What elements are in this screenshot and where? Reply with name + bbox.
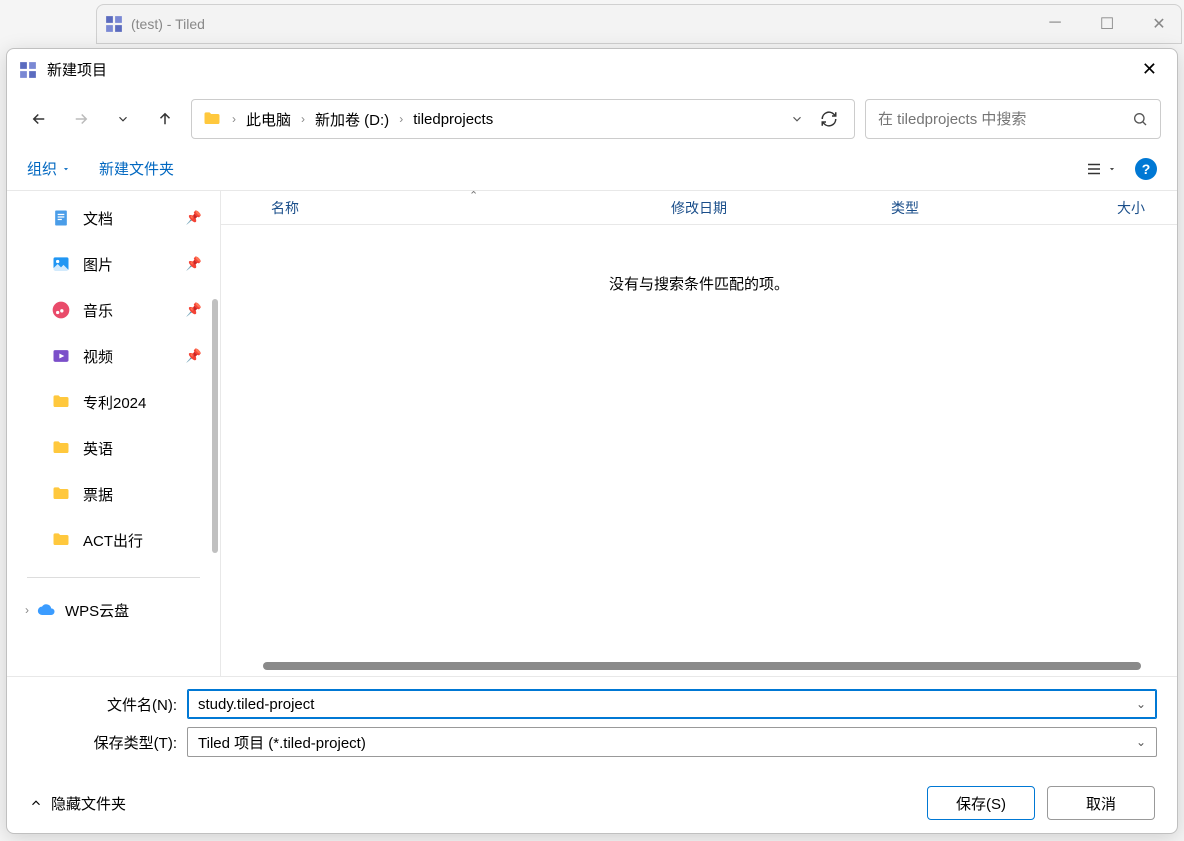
dialog-titlebar: 新建项目 ✕ <box>7 49 1177 91</box>
breadcrumb-item[interactable]: 新加卷 (D:) <box>315 109 389 130</box>
column-header-type[interactable]: 类型 <box>879 198 1069 218</box>
folder-icon <box>51 530 73 550</box>
filetype-label: 保存类型(T): <box>27 732 187 753</box>
filetype-value: Tiled 项目 (*.tiled-project) <box>198 732 1136 753</box>
dialog-footer: 隐藏文件夹 保存(S) 取消 <box>7 773 1177 833</box>
chevron-right-icon: › <box>301 112 305 126</box>
document-icon <box>51 208 73 228</box>
dialog-title: 新建项目 <box>47 59 1134 80</box>
close-dialog-button[interactable]: ✕ <box>1134 55 1165 84</box>
parent-window-titlebar: (test) - Tiled ─ ☐ ✕ <box>96 4 1182 44</box>
folder-icon <box>202 109 222 129</box>
pin-icon: 📌 <box>186 348 202 364</box>
up-button[interactable] <box>149 103 181 135</box>
divider <box>27 577 200 578</box>
refresh-button[interactable] <box>814 110 844 128</box>
breadcrumb-item[interactable]: 此电脑 <box>246 109 291 130</box>
address-bar[interactable]: › 此电脑 › 新加卷 (D:) › tiledprojects <box>191 99 855 139</box>
toolbar: 组织 新建文件夹 ? <box>7 147 1177 191</box>
column-header-size[interactable]: 大小 <box>1069 198 1177 218</box>
forward-button[interactable] <box>65 103 97 135</box>
help-button[interactable]: ? <box>1135 158 1157 180</box>
chevron-right-icon: › <box>232 112 236 126</box>
tiled-app-icon <box>19 61 37 79</box>
folder-icon <box>51 392 73 412</box>
pin-icon: 📌 <box>186 302 202 318</box>
file-list-pane: ⌃ 名称 修改日期 类型 大小 没有与搜索条件匹配的项。 <box>221 191 1177 676</box>
new-folder-button[interactable]: 新建文件夹 <box>99 158 174 179</box>
column-header-name[interactable]: 名称 <box>221 198 659 218</box>
filename-input[interactable] <box>198 696 1136 713</box>
sidebar-item-folder[interactable]: ACT出行 <box>7 517 220 563</box>
filename-field[interactable]: ⌄ <box>187 689 1157 719</box>
minimize-button[interactable]: ─ <box>1041 14 1069 34</box>
organize-button[interactable]: 组织 <box>27 158 71 179</box>
new-project-dialog: 新建项目 ✕ › 此电脑 › 新加卷 (D:) › tiledprojects <box>6 48 1178 834</box>
view-mode-button[interactable] <box>1085 160 1117 178</box>
search-box[interactable] <box>865 99 1161 139</box>
folder-icon <box>51 438 73 458</box>
sidebar-item-videos[interactable]: 视频 📌 <box>7 333 220 379</box>
filename-label: 文件名(N): <box>27 694 187 715</box>
pin-icon: 📌 <box>186 210 202 226</box>
chevron-right-icon: › <box>399 112 403 126</box>
music-icon <box>51 300 73 320</box>
video-icon <box>51 346 73 366</box>
hide-folders-toggle[interactable]: 隐藏文件夹 <box>29 793 126 814</box>
parent-window-title: (test) - Tiled <box>131 16 1041 32</box>
back-button[interactable] <box>23 103 55 135</box>
sort-indicator-icon: ⌃ <box>469 191 478 202</box>
cancel-button[interactable]: 取消 <box>1047 786 1155 820</box>
chevron-right-icon: › <box>25 603 29 617</box>
folder-icon <box>51 484 73 504</box>
address-dropdown-button[interactable] <box>790 112 804 126</box>
file-input-section: 文件名(N): ⌄ 保存类型(T): Tiled 项目 (*.tiled-pro… <box>7 676 1177 773</box>
empty-folder-message: 没有与搜索条件匹配的项。 <box>221 273 1177 294</box>
sidebar: 文档 📌 图片 📌 音乐 📌 视频 📌 专利2024 <box>7 191 221 676</box>
sidebar-scrollbar[interactable] <box>212 299 218 553</box>
sidebar-item-music[interactable]: 音乐 📌 <box>7 287 220 333</box>
parent-window-controls: ─ ☐ ✕ <box>1041 14 1173 34</box>
recent-dropdown-button[interactable] <box>107 103 139 135</box>
tiled-app-icon <box>105 15 123 33</box>
sidebar-item-wps-cloud[interactable]: › WPS云盘 <box>7 592 220 628</box>
search-icon <box>1132 111 1148 127</box>
sidebar-item-folder[interactable]: 票据 <box>7 471 220 517</box>
sidebar-item-folder[interactable]: 专利2024 <box>7 379 220 425</box>
pin-icon: 📌 <box>186 256 202 272</box>
picture-icon <box>51 254 73 274</box>
breadcrumb-item[interactable]: tiledprojects <box>413 111 493 128</box>
save-button[interactable]: 保存(S) <box>927 786 1035 820</box>
filetype-field[interactable]: Tiled 项目 (*.tiled-project) ⌄ <box>187 727 1157 757</box>
sidebar-item-pictures[interactable]: 图片 📌 <box>7 241 220 287</box>
nav-bar: › 此电脑 › 新加卷 (D:) › tiledprojects <box>7 91 1177 147</box>
chevron-down-icon[interactable]: ⌄ <box>1136 697 1146 711</box>
column-header-date[interactable]: 修改日期 <box>659 198 879 218</box>
horizontal-scrollbar[interactable] <box>263 662 1141 670</box>
sidebar-item-documents[interactable]: 文档 📌 <box>7 195 220 241</box>
sidebar-item-folder[interactable]: 英语 <box>7 425 220 471</box>
maximize-button[interactable]: ☐ <box>1093 14 1121 34</box>
column-headers: ⌃ 名称 修改日期 类型 大小 <box>221 191 1177 225</box>
search-input[interactable] <box>878 111 1132 128</box>
cloud-icon <box>37 600 57 620</box>
chevron-down-icon[interactable]: ⌄ <box>1136 735 1146 749</box>
close-parent-button[interactable]: ✕ <box>1145 14 1173 34</box>
